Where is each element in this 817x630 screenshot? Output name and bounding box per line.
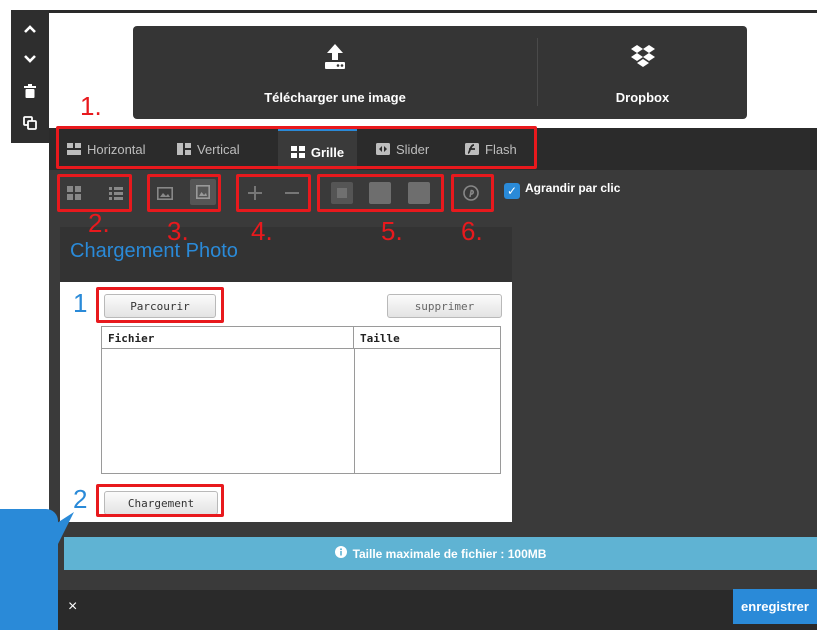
annotation-box-3 [147,174,221,212]
annotation-box-upload [96,484,224,517]
zoom-on-click-label: Agrandir par clic [525,181,621,195]
annotation-label-6: 6. [461,216,483,246]
upload-image-label: Télécharger une image [264,90,406,105]
chevron-down-icon[interactable] [11,44,49,74]
upload-dialog-title: Chargement Photo [70,240,238,262]
column-header-file: Fichier [102,327,354,349]
annotation-box-5 [317,174,444,212]
file-list-table: Fichier Taille [101,326,501,474]
duplicate-icon[interactable] [11,108,49,138]
trash-icon[interactable] [11,76,49,106]
annotation-label-2: 2. [88,208,110,238]
check-icon: ✓ [506,184,518,198]
upload-source-panel: Télécharger une image Dropbox [133,26,747,119]
annotation-label-1: 1. [80,91,102,121]
save-button[interactable]: enregistrer [733,589,817,624]
annotation-box-2 [57,174,132,212]
footer-bar [49,590,817,630]
delete-button[interactable]: supprimer [387,294,502,318]
annotation-label-4: 4. [251,216,273,246]
info-icon [334,546,347,561]
zoom-on-click-checkbox[interactable]: ✓ [504,183,520,199]
dropbox-icon [630,44,656,73]
upload-icon [323,44,347,73]
help-bubble-tail [40,512,74,544]
dropbox-button[interactable]: Dropbox [538,26,747,119]
annotation-box-browse [96,287,224,323]
max-file-size-text: Taille maximale de fichier : 100MB [352,546,547,561]
max-file-size-bar: Taille maximale de fichier : 100MB [64,537,817,570]
top-strip [49,10,817,13]
dropbox-label: Dropbox [615,90,670,105]
chevron-up-icon[interactable] [11,14,49,44]
step-number-1: 1 [73,288,88,318]
annotation-box-4 [236,174,311,212]
annotation-label-3: 3. [167,216,189,246]
annotation-label-5: 5. [381,216,403,246]
close-icon[interactable]: × [68,598,77,616]
column-divider [354,349,355,473]
upload-image-button[interactable]: Télécharger une image [133,26,537,119]
annotation-box-6 [451,174,494,212]
annotation-box-1 [56,126,537,169]
column-header-size: Taille [354,327,500,349]
left-toolbar [11,10,49,143]
